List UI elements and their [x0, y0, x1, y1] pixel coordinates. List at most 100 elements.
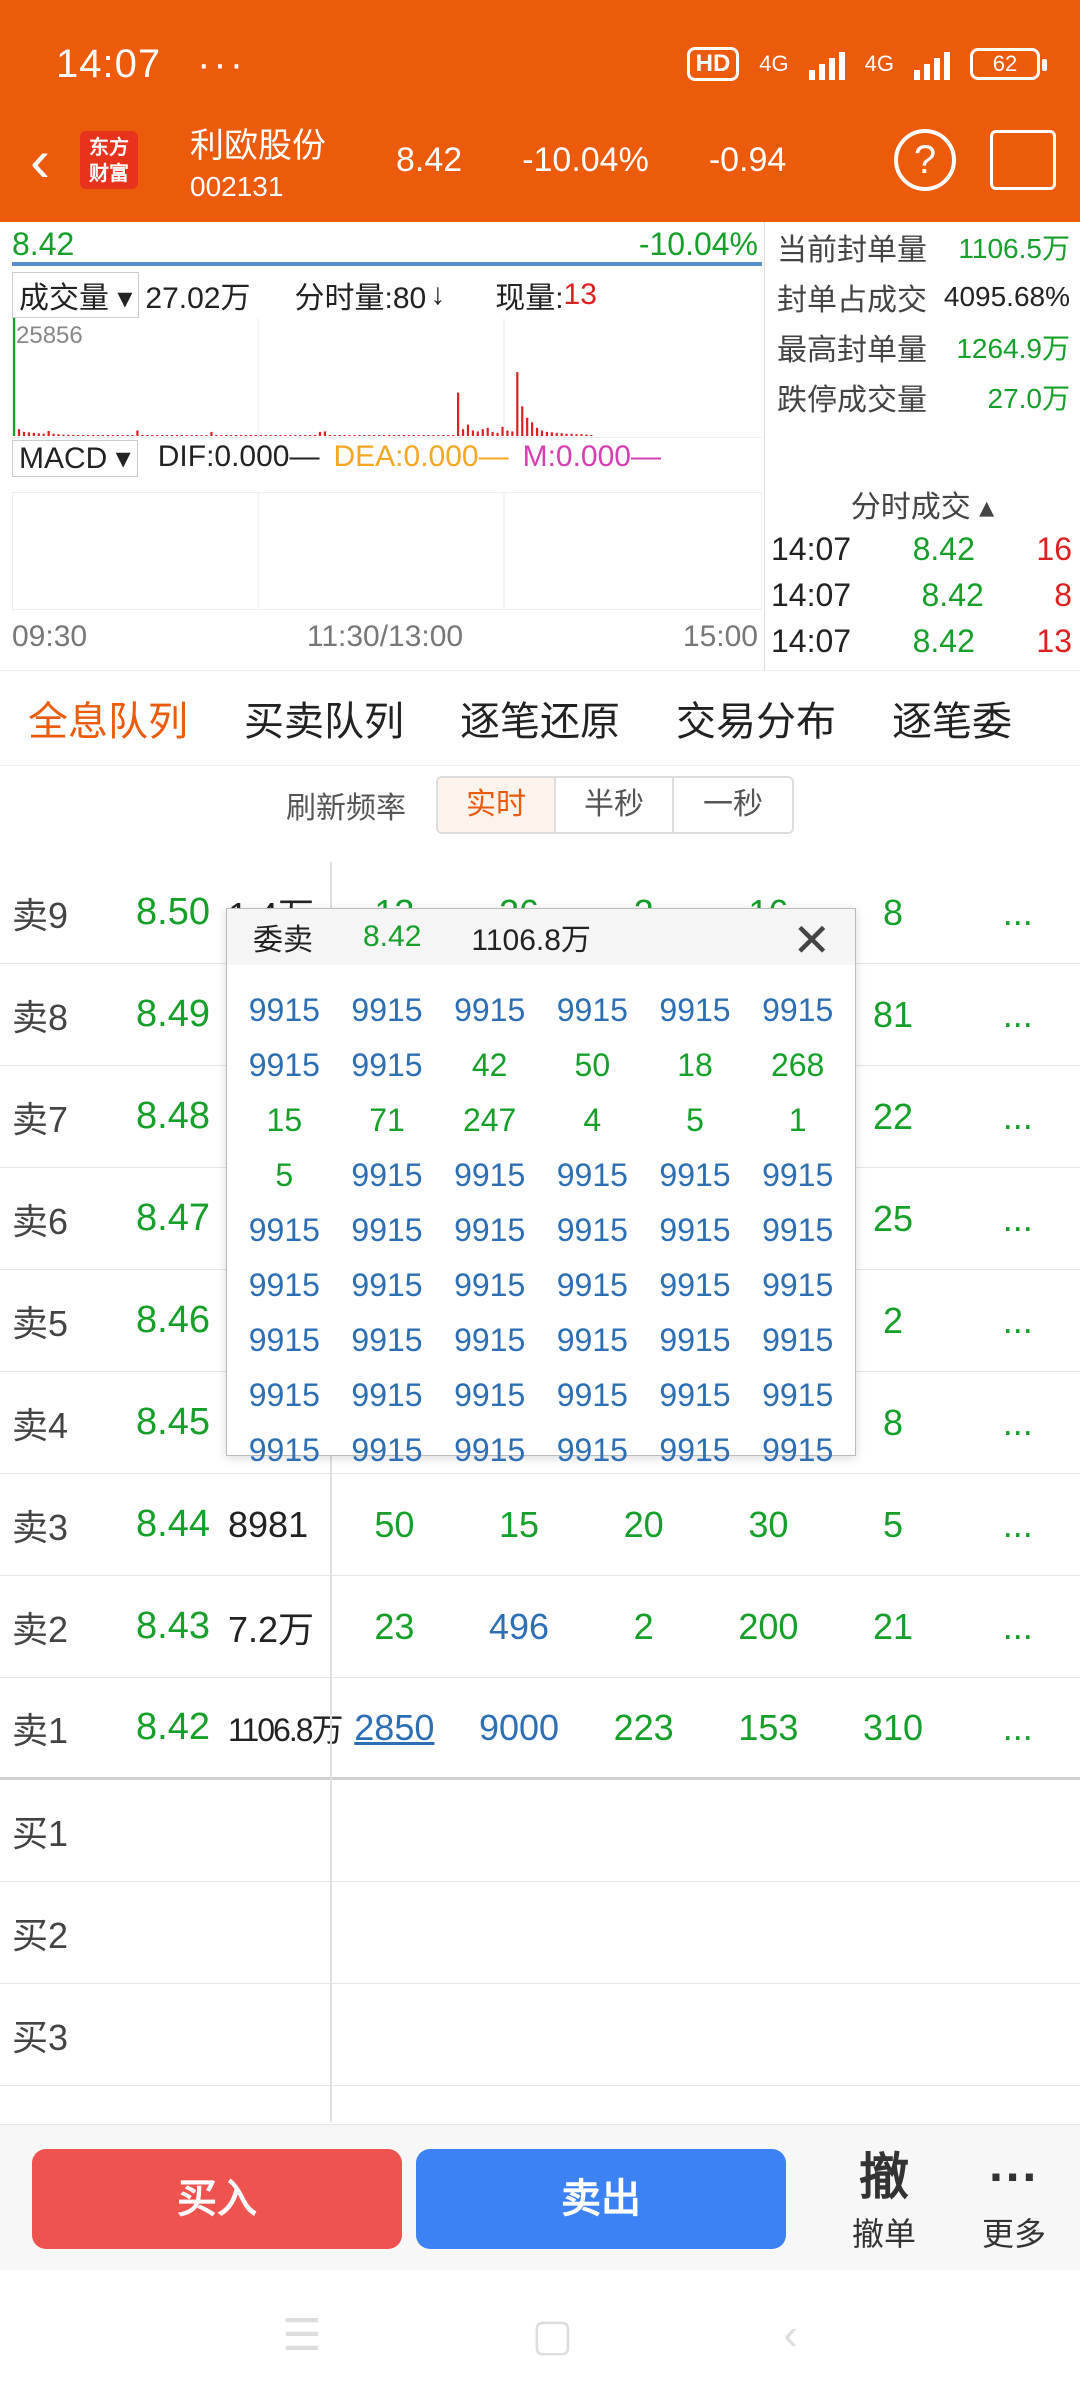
sell-level-row[interactable]: 卖3 8.44 8981 50 15 20 30 5...: [0, 1474, 1080, 1576]
tab-trade-distribution[interactable]: 交易分布: [648, 689, 864, 747]
trade-time: 14:07: [771, 576, 852, 613]
app-logo: 东方财富: [80, 131, 138, 189]
more-orders-icon[interactable]: ...: [955, 1504, 1080, 1546]
order-cell[interactable]: 21: [831, 1606, 956, 1648]
buy-level-row[interactable]: 买2: [0, 1882, 1080, 1984]
trade-row: 14:07 8.42 13: [765, 618, 1080, 664]
popup-order-cell: 9915: [762, 1377, 834, 1413]
chevron-left-icon[interactable]: ‹: [4, 126, 76, 195]
order-cell[interactable]: 23: [332, 1606, 457, 1648]
tab-tick-restore[interactable]: 逐笔还原: [432, 689, 648, 747]
order-cell[interactable]: 2: [581, 1606, 706, 1648]
help-icon[interactable]: ?: [894, 129, 956, 191]
volume-bar: [52, 433, 55, 436]
sell-level-row[interactable]: 卖2 8.43 7.2万 23 496 2 200 21...: [0, 1576, 1080, 1678]
axis-mid: 11:30/13:00: [306, 620, 464, 653]
more-orders-icon[interactable]: ...: [955, 1707, 1080, 1749]
split-screen-icon[interactable]: [990, 130, 1056, 190]
refresh-one-second-button[interactable]: 一秒: [674, 778, 792, 832]
tab-full-queue[interactable]: 全息队列: [0, 689, 216, 747]
volume-bar: [328, 435, 331, 436]
order-cell[interactable]: 30: [706, 1504, 831, 1546]
volume-bar: [106, 435, 109, 436]
kv-label: 最高封单量: [777, 334, 927, 367]
more-orders-icon[interactable]: ...: [955, 1606, 1080, 1648]
menu-icon[interactable]: ☰: [282, 2310, 321, 2361]
more-orders-icon[interactable]: ...: [955, 994, 1080, 1036]
order-cell[interactable]: 200: [706, 1606, 831, 1648]
trade-qty: 8: [1054, 576, 1072, 613]
sell-level-row[interactable]: 卖1 8.42 1106.8万 2850 9000 223 153 310...: [0, 1678, 1080, 1780]
cancel-order-button[interactable]: 撤 撤单: [824, 2145, 944, 2255]
more-orders-icon[interactable]: ...: [955, 1096, 1080, 1138]
volume-bar: [126, 435, 129, 436]
close-icon[interactable]: ✕: [792, 913, 831, 967]
sell-button[interactable]: 卖出: [416, 2149, 786, 2249]
volume-bar: [151, 435, 154, 436]
tab-buy-sell-queue[interactable]: 买卖队列: [216, 689, 432, 747]
order-cell[interactable]: 50: [332, 1504, 457, 1546]
order-cell[interactable]: 310: [831, 1707, 956, 1749]
tab-tick-order[interactable]: 逐笔委: [864, 689, 1040, 747]
order-cell[interactable]: 153: [706, 1707, 831, 1749]
home-icon[interactable]: ▢: [532, 2310, 574, 2361]
cancel-label: 撤单: [851, 2216, 916, 2252]
buy-button[interactable]: 买入: [32, 2149, 402, 2249]
buy-level-row[interactable]: 买3: [0, 1984, 1080, 2086]
macd-row: MACD ▾ DIF:0.000— DEA:0.000— M:0.000—: [12, 440, 762, 477]
popup-order-cell: 9915: [659, 1322, 731, 1358]
order-cell[interactable]: 2850: [332, 1707, 457, 1749]
volume-bar: [304, 435, 307, 436]
volume-bar: [461, 429, 465, 436]
buy-level-row[interactable]: 买1: [0, 1780, 1080, 1882]
intraday-chart[interactable]: 8.42 -10.04% 成交量 ▾ 27.02万 分时量:80 ↓ 现量: 1…: [0, 222, 764, 670]
refresh-rate-row: 刷新频率 实时 半秒 一秒: [0, 770, 1080, 840]
level-label: 卖4: [12, 1404, 69, 1446]
order-cell[interactable]: 223: [581, 1707, 706, 1749]
refresh-half-second-button[interactable]: 半秒: [556, 778, 674, 832]
volume-bar: [141, 435, 144, 436]
volume-bar: [62, 434, 65, 436]
order-cell[interactable]: 9000: [457, 1707, 582, 1749]
macd-dropdown[interactable]: MACD ▾: [12, 440, 138, 477]
stock-name-block[interactable]: 利欧股份 002131: [190, 118, 326, 203]
more-orders-icon[interactable]: ...: [955, 1300, 1080, 1342]
volume-bar: [170, 435, 174, 436]
kv-limit-volume: 跌停成交量 27.0万: [765, 372, 1080, 422]
volume-dropdown[interactable]: 成交量 ▾: [12, 272, 140, 318]
popup-order-cell: 5: [686, 1102, 704, 1138]
popup-order-cell: 9915: [659, 992, 731, 1028]
action-bar: 买入 卖出 撤 撤单 ··· 更多: [0, 2124, 1080, 2270]
more-orders-icon[interactable]: ...: [955, 892, 1080, 934]
network-label-2: 4G: [864, 51, 894, 76]
refresh-realtime-button[interactable]: 实时: [438, 778, 556, 832]
order-cell[interactable]: 20: [581, 1504, 706, 1546]
kv-max-seal: 最高封单量 1264.9万: [765, 322, 1080, 372]
popup-order-cell: 71: [369, 1102, 405, 1138]
more-orders-icon[interactable]: ...: [955, 1198, 1080, 1240]
back-icon[interactable]: ‹: [783, 2310, 798, 2360]
volume-bar: [200, 435, 203, 436]
more-orders-icon[interactable]: ...: [955, 1402, 1080, 1444]
order-cell[interactable]: 15: [457, 1504, 582, 1546]
volume-bar: [13, 318, 16, 436]
hd-icon: HD: [686, 47, 740, 81]
popup-order-cell: 9915: [351, 992, 423, 1028]
trade-price: 8.42: [921, 576, 984, 613]
volume-bar: [146, 435, 149, 436]
order-cell[interactable]: 5: [831, 1504, 956, 1546]
popup-order-cell: 247: [462, 1102, 517, 1138]
system-nav-bar: ☰ ▢ ‹: [0, 2270, 1080, 2400]
popup-order-cell: 268: [770, 1047, 825, 1083]
order-cell[interactable]: 496: [457, 1606, 582, 1648]
trade-qty: 16: [1036, 530, 1072, 567]
level-label: 卖8: [12, 996, 69, 1038]
popup-order-cell: 9915: [351, 1212, 423, 1248]
trades-title[interactable]: 分时成交 ▴: [765, 482, 1080, 526]
volume-bar: [289, 435, 292, 436]
top-bar: 14:07 ··· HD 4G 4G 62 ‹ 东方财富 利欧股份 002131…: [0, 0, 1080, 222]
volume-bar: [397, 435, 400, 436]
volume-bar: [180, 435, 183, 436]
more-button[interactable]: ··· 更多: [954, 2145, 1074, 2255]
volume-bar: [580, 434, 583, 436]
